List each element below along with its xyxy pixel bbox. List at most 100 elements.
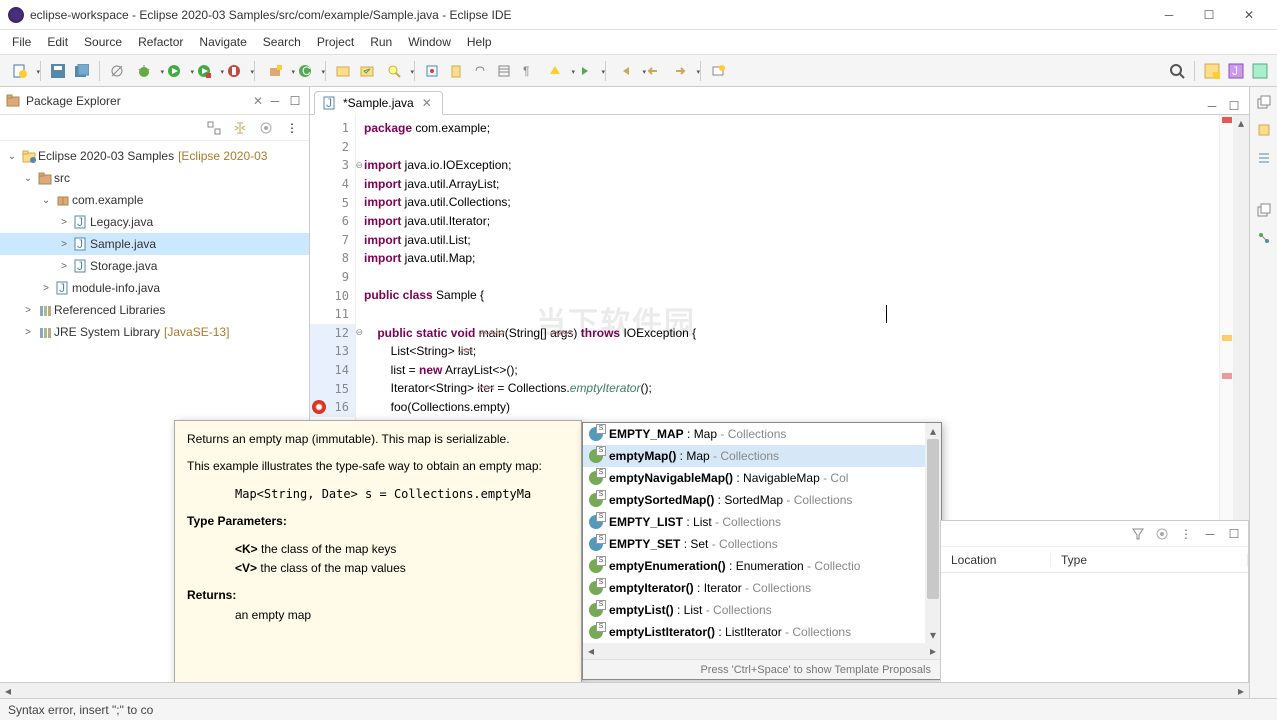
assist-item-4[interactable]: EMPTY_LIST : List - Collections	[583, 511, 941, 533]
view-maximize-button[interactable]: ☐	[287, 93, 303, 109]
restore-view-button-2[interactable]	[1255, 201, 1273, 219]
save-button[interactable]	[47, 60, 69, 82]
view-menu-button[interactable]: ⋮	[283, 119, 301, 137]
tree-item-jre-system-library[interactable]: >JRE System Library[JavaSE-13]	[0, 321, 309, 343]
new-button[interactable]	[6, 60, 34, 82]
menu-search[interactable]: Search	[255, 32, 309, 52]
open-perspective-button[interactable]	[1201, 60, 1223, 82]
link-with-editor-button[interactable]	[231, 119, 249, 137]
assist-item-5[interactable]: EMPTY_SET : Set - Collections	[583, 533, 941, 555]
coverage-button[interactable]	[190, 60, 218, 82]
menu-project[interactable]: Project	[309, 32, 362, 52]
editor-tab-close-icon[interactable]: ✕	[420, 96, 434, 110]
problems-col-location[interactable]: Location	[941, 553, 1051, 567]
tree-item-eclipse-2020-03-samples[interactable]: ⌄Eclipse 2020-03 Samples[Eclipse 2020-03	[0, 145, 309, 167]
assist-vertical-scrollbar[interactable]: ▴ ▾	[925, 423, 941, 643]
debug-button[interactable]	[130, 60, 158, 82]
show-whitespace-button[interactable]: ¶	[517, 60, 539, 82]
task-list-icon[interactable]	[1255, 121, 1273, 139]
debug-perspective-button[interactable]	[1249, 60, 1271, 82]
line-number-11: 11	[310, 305, 355, 324]
forward-button[interactable]	[666, 60, 694, 82]
toggle-link-button[interactable]	[469, 60, 491, 82]
problems-filter-button[interactable]	[1130, 526, 1146, 542]
problems-minimize-button[interactable]: ─	[1202, 526, 1218, 542]
restore-view-button[interactable]	[1255, 93, 1273, 111]
collapse-all-button[interactable]	[205, 119, 223, 137]
skip-breakpoints-button[interactable]	[106, 60, 128, 82]
package-explorer-close-icon[interactable]: ✕	[249, 92, 267, 110]
maximize-button[interactable]: ☐	[1189, 1, 1229, 29]
assist-item-9[interactable]: emptyListIterator() : ListIterator - Col…	[583, 621, 941, 643]
menu-edit[interactable]: Edit	[39, 32, 76, 52]
back-history-button[interactable]	[642, 60, 664, 82]
menu-refactor[interactable]: Refactor	[130, 32, 191, 52]
tree-item-src[interactable]: ⌄src	[0, 167, 309, 189]
line-number-8: 8	[310, 249, 355, 268]
problems-menu-button[interactable]: ⋮	[1178, 526, 1194, 542]
editor-tab-sample[interactable]: J *Sample.java ✕	[314, 91, 443, 115]
new-java-class-button[interactable]: C	[291, 60, 319, 82]
menu-window[interactable]: Window	[400, 32, 459, 52]
assist-horizontal-scrollbar[interactable]: ◂▸	[583, 643, 941, 659]
menu-help[interactable]: Help	[459, 32, 500, 52]
line-number-16: 16	[310, 398, 355, 417]
line-number-1: 1	[310, 119, 355, 138]
assist-item-2[interactable]: emptyNavigableMap() : NavigableMap - Col	[583, 467, 941, 489]
open-type-button[interactable]	[332, 60, 354, 82]
assist-item-7[interactable]: emptyIterator() : Iterator - Collections	[583, 577, 941, 599]
tree-item-storage-java[interactable]: >JStorage.java	[0, 255, 309, 277]
search-button[interactable]	[380, 60, 408, 82]
tree-item-sample-java[interactable]: >JSample.java	[0, 233, 309, 255]
search-access-button[interactable]	[1166, 60, 1188, 82]
bottom-horizontal-scrollbar[interactable]: ◂ ▸	[0, 682, 1249, 698]
menu-run[interactable]: Run	[362, 32, 400, 52]
assist-item-3[interactable]: emptySortedMap() : SortedMap - Collectio…	[583, 489, 941, 511]
outline-icon[interactable]	[1255, 149, 1273, 167]
assist-item-0[interactable]: EMPTY_MAP : Map - Collections	[583, 423, 941, 445]
close-button[interactable]: ✕	[1229, 1, 1269, 29]
hierarchy-icon[interactable]	[1255, 229, 1273, 247]
toggle-trace-button[interactable]	[421, 60, 443, 82]
focus-task-button[interactable]	[257, 119, 275, 137]
javadoc-returns-label: Returns:	[187, 588, 236, 602]
run-button[interactable]	[160, 60, 188, 82]
menu-file[interactable]: File	[4, 32, 39, 52]
pin-editor-button[interactable]	[707, 60, 729, 82]
open-task-button[interactable]	[356, 60, 378, 82]
text-cursor	[886, 305, 887, 323]
annotation-nav-button[interactable]	[541, 60, 569, 82]
menu-navigate[interactable]: Navigate	[191, 32, 254, 52]
line-number-7: 7	[310, 231, 355, 250]
toggle-block-button[interactable]	[493, 60, 515, 82]
problems-focus-button[interactable]	[1154, 526, 1170, 542]
assist-item-8[interactable]: emptyList() : List - Collections	[583, 599, 941, 621]
editor-tab-label: *Sample.java	[343, 96, 414, 110]
external-tools-button[interactable]	[220, 60, 248, 82]
tree-item-module-info-java[interactable]: >Jmodule-info.java	[0, 277, 309, 299]
java-perspective-button[interactable]: J	[1225, 60, 1247, 82]
editor-maximize-button[interactable]: ☐	[1226, 98, 1242, 114]
tree-item-referenced-libraries[interactable]: >Referenced Libraries	[0, 299, 309, 321]
assist-item-1[interactable]: emptyMap() : Map - Collections	[583, 445, 941, 467]
tree-item-legacy-java[interactable]: >JLegacy.java	[0, 211, 309, 233]
svg-text:¶: ¶	[523, 64, 529, 78]
new-java-package-button[interactable]	[261, 60, 289, 82]
toggle-mark-button[interactable]	[445, 60, 467, 82]
minimize-button[interactable]: ─	[1149, 1, 1189, 29]
menu-source[interactable]: Source	[76, 32, 130, 52]
javadoc-code-sample: Map<String, Date> s = Collections.emptyM…	[187, 486, 569, 503]
problems-col-type[interactable]: Type	[1051, 553, 1248, 567]
back-button[interactable]	[612, 60, 640, 82]
editor-minimize-button[interactable]: ─	[1204, 98, 1220, 114]
problems-maximize-button[interactable]: ☐	[1226, 526, 1242, 542]
next-annotation-button[interactable]	[571, 60, 599, 82]
line-number-12: 12⊖	[310, 324, 355, 343]
save-all-button[interactable]	[71, 60, 93, 82]
view-minimize-button[interactable]: ─	[267, 93, 283, 109]
svg-text:J: J	[1232, 64, 1238, 78]
tree-item-com-example[interactable]: ⌄com.example	[0, 189, 309, 211]
eclipse-icon	[8, 7, 24, 23]
status-text: Syntax error, insert ";" to co	[8, 703, 153, 717]
assist-item-6[interactable]: emptyEnumeration() : Enumeration - Colle…	[583, 555, 941, 577]
